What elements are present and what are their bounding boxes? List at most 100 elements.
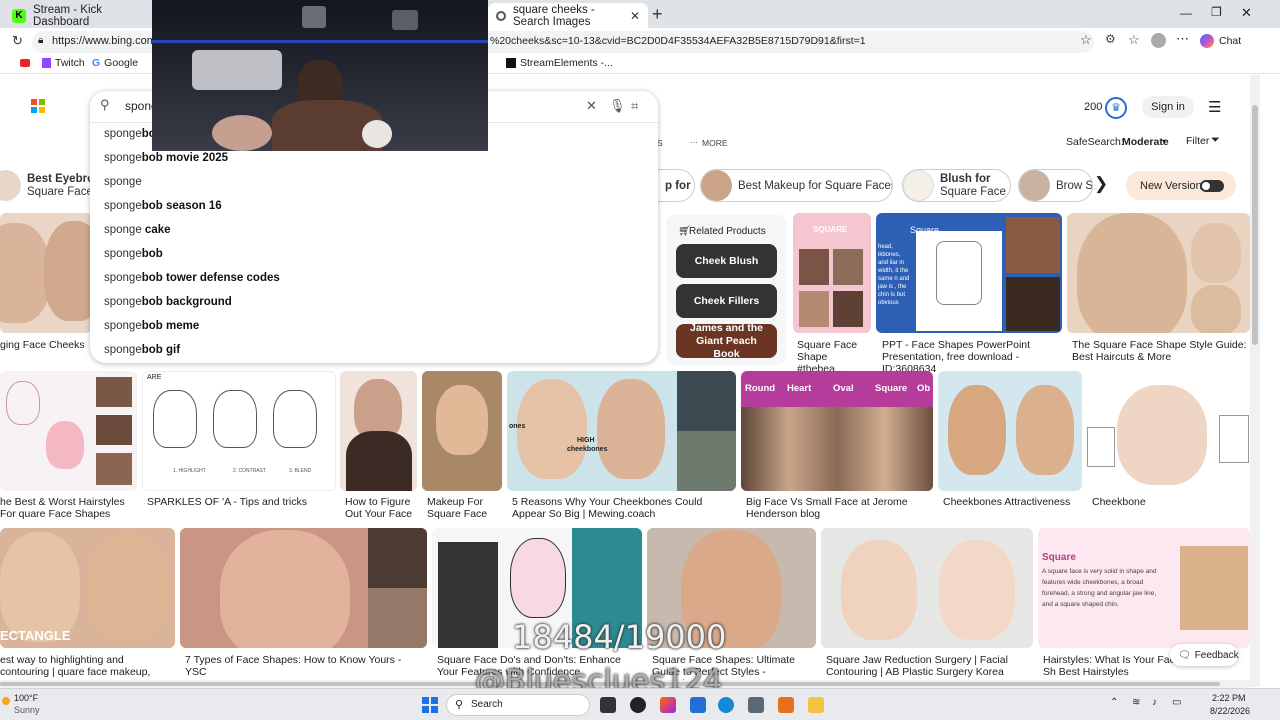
suggestion-item[interactable]: spongebo <box>104 128 156 140</box>
suggestion-item[interactable]: spongebob season 16 <box>104 200 222 212</box>
related-product-book[interactable]: James and the Giant Peach Book <box>676 324 777 358</box>
image-square-face-thebeauty[interactable]: SQUARE <box>793 213 871 333</box>
suggestion-item[interactable]: spongebob tower defense codes <box>104 272 280 284</box>
related-product-cheek-blush[interactable]: Cheek Blush <box>676 244 777 278</box>
reload-icon[interactable]: ↻ <box>12 33 23 49</box>
tray-chevron-icon[interactable]: ⌃ <box>1110 697 1118 708</box>
image-caption[interactable]: PPT - Face Shapes PowerPoint Presentatio… <box>882 339 1060 375</box>
image-square-face-style-guide[interactable] <box>1067 213 1250 333</box>
nav-more-icon[interactable]: ⋯ <box>690 138 698 147</box>
suggestion-item[interactable]: spongebob <box>104 248 163 260</box>
image-7-face-shapes[interactable] <box>180 528 427 648</box>
site-info-icon[interactable]: 🔒︎ <box>38 35 43 46</box>
close-tab-icon[interactable]: ✕ <box>630 9 640 23</box>
image-caption[interactable]: Square Face Shape #thebea... <box>797 339 869 375</box>
vertical-scrollbar[interactable] <box>1250 75 1260 687</box>
related-product-cheek-fillers[interactable]: Cheek Fillers <box>676 284 777 318</box>
chip-best-eyebrows[interactable]: Best Eyebro Square Face <box>0 169 92 202</box>
tab-kick-dashboard[interactable]: K Stream - Kick Dashboard <box>4 3 152 28</box>
suggestion-item[interactable]: spongebob meme <box>104 320 199 332</box>
suggestion-item[interactable]: spongebob gif <box>104 344 180 356</box>
image-square-face-hairstyles[interactable]: Square A square face is very solid in sh… <box>1038 528 1250 648</box>
image-caption[interactable]: Cheekbone <box>1092 496 1247 508</box>
image-highlight-contour[interactable]: ECTANGLE <box>0 528 175 648</box>
hamburger-menu-icon[interactable]: ☰ <box>1208 98 1221 116</box>
image-caption[interactable]: Big Face Vs Small Face at Jerome Henders… <box>746 496 932 520</box>
maximize-icon[interactable]: ❐ <box>1211 5 1222 19</box>
app-icon[interactable] <box>690 697 706 713</box>
profile-avatar[interactable] <box>1151 33 1166 48</box>
image-big-face-small-face[interactable]: Round Heart Oval Square Ob <box>741 371 933 491</box>
battery-icon[interactable]: ▭ <box>1172 697 1181 708</box>
image-figure-out-face[interactable] <box>340 371 417 491</box>
image-caption[interactable]: he Best & Worst Hairstyles For quare Fac… <box>0 496 137 520</box>
image-caption[interactable]: SPARKLES OF 'A - Tips and tricks <box>147 496 336 508</box>
window-close-icon[interactable]: ✕ <box>1241 5 1252 21</box>
task-view-icon[interactable] <box>600 697 616 713</box>
wifi-icon[interactable]: ≋ <box>1132 697 1140 708</box>
nav-more[interactable]: MORE <box>702 138 728 148</box>
bookmark-streamelements[interactable]: StreamElements -... <box>506 57 613 69</box>
suggestion-item[interactable]: sponge <box>104 176 142 188</box>
more-menu-icon[interactable]: ⋯ <box>1176 31 1189 47</box>
chip-blush[interactable]: Blush for Square Face <box>902 169 1011 202</box>
image-makeup-square-face[interactable] <box>422 371 502 491</box>
image-ppt-face-shapes[interactable]: Square head, ikbones, and ilar in width,… <box>876 213 1062 333</box>
chat-label[interactable]: Chat <box>1219 35 1241 47</box>
chip-brow-shape[interactable]: Brow S <box>1018 169 1093 202</box>
app-icon[interactable] <box>748 697 764 713</box>
visual-search-icon[interactable]: ⌗ <box>631 98 638 114</box>
minimize-icon[interactable]: — <box>1180 6 1192 20</box>
image-caption[interactable]: The Square Face Shape Style Guide: Best … <box>1072 339 1250 363</box>
sign-in-button[interactable]: Sign in <box>1142 96 1194 118</box>
chips-next-arrow-icon[interactable]: ❯ <box>1094 174 1108 194</box>
feedback-button[interactable]: 🗨︎ Feedback <box>1170 644 1239 666</box>
favorite-star-icon[interactable]: ☆ <box>1080 32 1092 48</box>
clock-time[interactable]: 2:22 PM <box>1212 693 1246 703</box>
rewards-points[interactable]: 200 <box>1084 101 1102 113</box>
edge-icon[interactable] <box>718 697 734 713</box>
suggestion-item[interactable]: sponge cake <box>104 224 171 236</box>
volume-icon[interactable]: ♪ <box>1152 697 1157 708</box>
suggestion-item[interactable]: spongebob movie 2025 <box>104 152 228 164</box>
bookmark-twitch[interactable]: Twitch <box>42 57 85 69</box>
chip-best-makeup[interactable]: Best Makeup for Square Faces <box>700 169 893 202</box>
file-explorer-icon[interactable] <box>808 697 824 713</box>
filter-button[interactable]: Filter <box>1186 135 1209 147</box>
youtube-icon[interactable] <box>20 59 30 67</box>
windows-start-icon[interactable] <box>422 697 438 713</box>
image-caption[interactable]: ging Face Cheeks <box>0 339 92 351</box>
suggestion-item[interactable]: spongebob background <box>104 296 232 308</box>
image-sparkles-tips[interactable]: ARE 1. HIGHLIGHT 2. CONTRAST 3. BLEND <box>142 371 336 491</box>
collections-icon[interactable]: ☆ <box>1128 32 1140 48</box>
image-hairstyles-square-face[interactable] <box>0 371 137 491</box>
image-caption[interactable]: Hairstyles: What Is Your Face Sh Best Ha… <box>1043 654 1183 678</box>
image-caption[interactable]: 7 Types of Face Shapes: How to Know Your… <box>185 654 425 678</box>
image-caption[interactable]: Makeup For Square Face <box>427 496 499 520</box>
extensions-icon[interactable]: ⚙ <box>1105 32 1116 46</box>
image-caption[interactable]: How to Figure Out Your Face <box>345 496 417 520</box>
scrollbar-thumb[interactable] <box>1252 105 1258 345</box>
clear-search-icon[interactable]: ✕ <box>586 98 597 114</box>
rewards-trophy-icon[interactable]: ♛ <box>1105 97 1127 119</box>
microphone-icon[interactable]: 🎙︎ <box>609 98 626 114</box>
image-cheekbone[interactable] <box>1087 371 1250 491</box>
image-caption[interactable]: Square Jaw Reduction Surgery | Facial Co… <box>826 654 1031 678</box>
obs-icon[interactable] <box>630 697 646 713</box>
image-cheekbones-attractiveness[interactable] <box>938 371 1082 491</box>
image-jaw-reduction[interactable] <box>821 528 1033 648</box>
image-caption[interactable]: 5 Reasons Why Your Cheekbones Could Appe… <box>512 496 734 520</box>
tab-bing-images[interactable]: square cheeks - Search Images ✕ <box>488 3 648 28</box>
new-version-toggle[interactable]: New Version <box>1126 171 1236 200</box>
taskbar-search[interactable]: ⚲ Search <box>446 694 590 716</box>
microsoft-logo[interactable] <box>31 99 45 113</box>
filter-funnel-icon[interactable]: ⏷ <box>1211 134 1220 147</box>
image-caption[interactable]: Cheekbones Attractiveness <box>943 496 1081 508</box>
image-aging-face-cheeks[interactable] <box>0 213 92 333</box>
new-tab-icon[interactable]: + <box>652 4 663 25</box>
copilot-icon[interactable] <box>1200 34 1214 48</box>
bookmark-google[interactable]: G Google <box>92 57 138 69</box>
image-cheekbones-mewing[interactable]: ones HIGH cheekbones <box>507 371 736 491</box>
app-icon[interactable] <box>778 697 794 713</box>
app-icon[interactable] <box>660 697 676 713</box>
